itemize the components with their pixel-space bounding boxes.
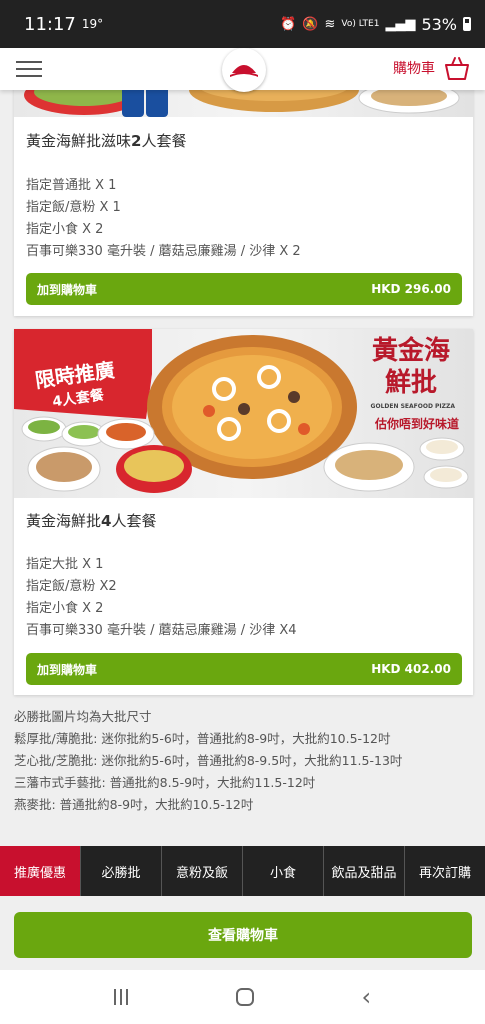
note-line: 鬆厚批/薄脆批: 迷你批約5-6吋，普通批約8-9吋，大批約10.5-12吋	[14, 731, 391, 746]
cart-label[interactable]: 購物車	[393, 58, 435, 78]
combo-price: HKD 402.00	[371, 662, 451, 676]
recents-icon[interactable]	[113, 989, 128, 1005]
note-line: 三藩市式手藝批: 普通批約8.5-9吋，大批約11.5-12吋	[14, 775, 316, 790]
signal-icon: ▂▄▆	[385, 16, 416, 32]
combo-items: 指定大批 X 1 指定飯/意粉 X2 指定小食 X 2 百事可樂330 毫升裝 …	[26, 554, 297, 642]
combo-title: 黃金海鮮批4人套餐	[26, 510, 156, 531]
app-header: 購物車	[0, 48, 485, 92]
note-line: 燕麥批: 普通批約8-9吋，大批約10.5-12吋	[14, 797, 254, 812]
status-icons: ⏰ 🔕 ≋ Vo) LTE1 ▂▄▆ 53%	[280, 15, 471, 34]
combo-title-text: 黃金海鮮批	[26, 512, 102, 530]
status-time: 11:17	[24, 13, 76, 35]
tab-reorder[interactable]: 再次訂購	[405, 846, 485, 896]
add-to-cart-button[interactable]: 加到購物車 HKD 296.00	[26, 273, 462, 305]
add-to-cart-label: 加到購物車	[37, 282, 98, 297]
combo-title-count: 4	[101, 512, 112, 530]
system-nav-bar: ‹	[0, 970, 485, 1024]
combo-price: HKD 296.00	[371, 282, 451, 296]
combo-item: 指定飯/意粉 X 1	[26, 200, 121, 215]
combo-items: 指定普通批 X 1 指定飯/意粉 X 1 指定小食 X 2 百事可樂330 毫升…	[26, 175, 301, 263]
back-icon[interactable]: ‹	[361, 983, 371, 1011]
combo-title-text: 黃金海鮮批滋味	[26, 132, 132, 150]
combo-card-4-person: 限時推廣 4人套餐 黃金海鮮批 GOLDEN SEAFOOD PIZZA 估你唔…	[14, 329, 473, 695]
pizza-hut-logo-icon	[230, 65, 258, 77]
tab-pizza[interactable]: 必勝批	[81, 846, 162, 896]
menu-icon[interactable]	[16, 61, 42, 77]
combo-item: 百事可樂330 毫升裝 / 蘑菇忌廉雞湯 / 沙律 X 2	[26, 244, 301, 259]
brand-subtitle: GOLDEN SEAFOOD PIZZA	[370, 403, 455, 410]
combo-item: 指定飯/意粉 X2	[26, 579, 117, 594]
pizza-hut-logo[interactable]	[222, 48, 266, 92]
tab-drinks-desserts[interactable]: 飲品及甜品	[324, 846, 405, 896]
brand-tagline: 估你唔到好味道	[374, 417, 459, 431]
combo-item: 指定小食 X 2	[26, 222, 104, 237]
combo-item: 百事可樂330 毫升裝 / 蘑菇忌廉雞湯 / 沙律 X4	[26, 623, 297, 638]
tab-snacks[interactable]: 小食	[243, 846, 324, 896]
combo-item: 指定大批 X 1	[26, 557, 104, 572]
combo-title: 黃金海鮮批滋味2人套餐	[26, 130, 186, 151]
network-label: Vo) LTE1	[341, 19, 380, 29]
note-line: 芝心批/芝脆批: 迷你批約5-6吋，普通批約8-9.5吋，大批約11.5-13吋	[14, 753, 403, 768]
size-note: 必勝批圖片均為大批尺寸 鬆厚批/薄脆批: 迷你批約5-6吋，普通批約8-9吋，大…	[14, 706, 402, 816]
status-temp: 19°	[81, 17, 104, 31]
combo-card-2-person: 黃金海鮮批滋味2人套餐 指定普通批 X 1 指定飯/意粉 X 1 指定小食 X …	[14, 60, 473, 316]
battery-icon	[463, 17, 471, 31]
status-bar: 11:17 19° ⏰ 🔕 ≋ Vo) LTE1 ▂▄▆ 53%	[0, 0, 485, 48]
battery-percent: 53%	[421, 14, 457, 34]
note-line: 必勝批圖片均為大批尺寸	[14, 709, 152, 724]
alarm-icon: ⏰	[280, 16, 297, 32]
combo-title-count: 2	[131, 132, 142, 150]
combo-title-suffix: 人套餐	[141, 132, 187, 150]
mute-icon: 🔕	[302, 16, 319, 32]
tab-promotions[interactable]: 推廣優惠	[0, 846, 81, 896]
tab-pasta-rice[interactable]: 意粉及飯	[162, 846, 243, 896]
wifi-icon: ≋	[324, 16, 336, 32]
shopping-basket-icon[interactable]	[443, 54, 471, 86]
combo-item: 指定普通批 X 1	[26, 178, 117, 193]
add-to-cart-label: 加到購物車	[37, 662, 98, 677]
combo-item: 指定小食 X 2	[26, 601, 104, 616]
category-tabs: 推廣優惠 必勝批 意粉及飯 小食 飲品及甜品 再次訂購	[0, 846, 485, 896]
combo-title-suffix: 人套餐	[111, 512, 157, 530]
home-icon[interactable]	[235, 988, 254, 1006]
combo-image-4-person: 限時推廣 4人套餐 黃金海鮮批 GOLDEN SEAFOOD PIZZA 估你唔…	[14, 329, 473, 498]
view-cart-button[interactable]: 查看購物車	[14, 912, 472, 958]
add-to-cart-button[interactable]: 加到購物車 HKD 402.00	[26, 653, 462, 685]
brand-title: 黃金海鮮批	[371, 336, 450, 398]
